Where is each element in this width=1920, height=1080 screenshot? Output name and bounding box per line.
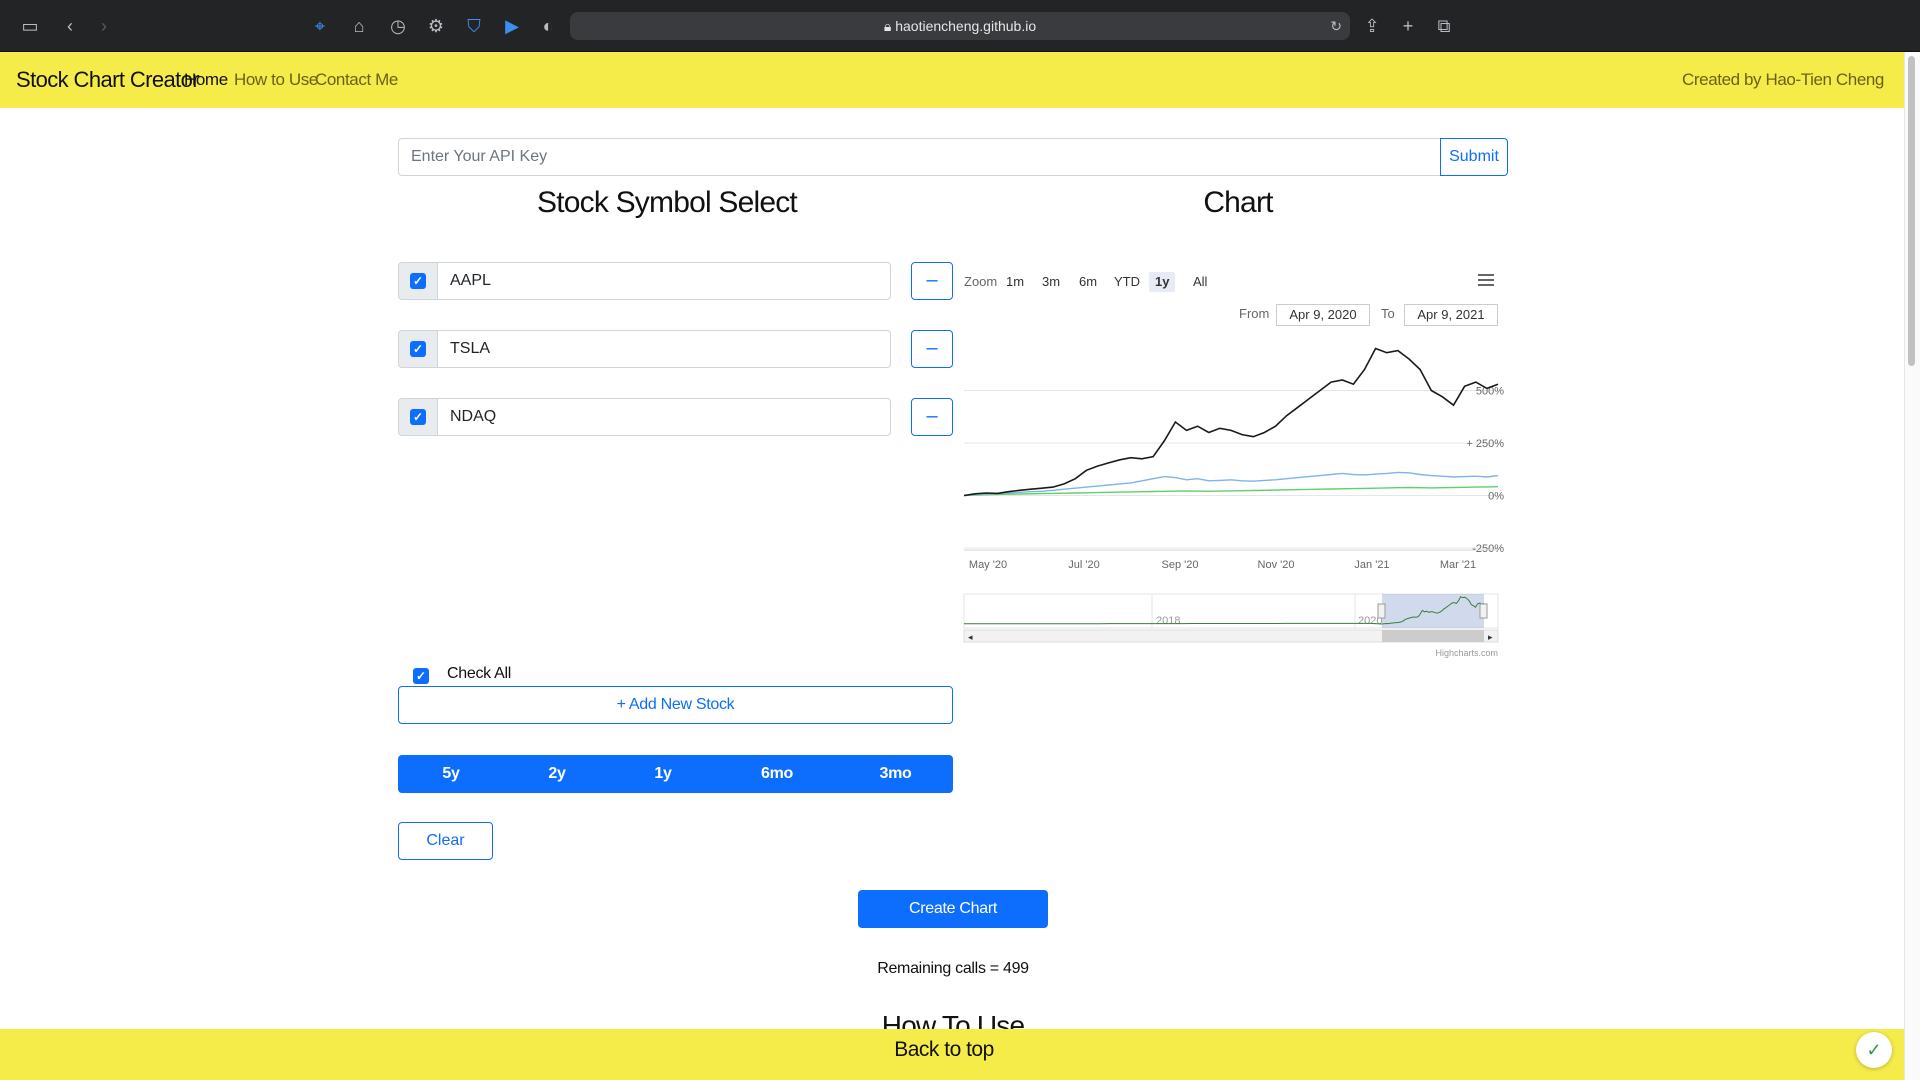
back-arrow-icon[interactable]: ‹	[58, 14, 82, 38]
address-bar[interactable]: 🔒︎ haotiencheng.github.io ↻	[570, 12, 1350, 40]
forward-arrow-icon[interactable]: ›	[92, 14, 116, 38]
creator-credit: Created by Hao-Tien Cheng	[1682, 70, 1884, 89]
x-tick-label: Nov '20	[1258, 559, 1295, 571]
scroll-left-arrow: ◂	[968, 632, 973, 642]
stock-checkbox[interactable]: ✓	[410, 409, 426, 425]
navigator-year-label: 2018	[1156, 615, 1180, 627]
scrollbar-thumb[interactable]	[1908, 56, 1915, 366]
x-tick-label: Jul '20	[1068, 559, 1099, 571]
navigator-handle-right	[1479, 603, 1488, 619]
stock-select-title: Stock Symbol Select	[537, 186, 798, 219]
stock-symbol-input[interactable]: AAPL	[437, 262, 891, 300]
highcharts-credits: Highcharts.com	[1435, 648, 1498, 658]
chart-plot[interactable]: 500%+ 250%0%-250%May '20 Jul '20 Sep '20 No…	[958, 258, 1508, 663]
clear-button[interactable]: Clear	[398, 822, 493, 860]
tabs-overview-icon[interactable]: ⧉	[1432, 14, 1456, 38]
api-key-input[interactable]	[398, 138, 1441, 176]
extension-icon[interactable]: ⌖	[308, 14, 332, 38]
y-tick-label: 0%	[1488, 491, 1504, 503]
period-6mo-button[interactable]: 6mo	[716, 755, 838, 793]
reload-icon[interactable]: ↻	[1330, 12, 1342, 40]
stock-row: ✓ AAPL	[398, 262, 891, 300]
remove-stock-button[interactable]: –	[911, 262, 953, 300]
stock-checkbox[interactable]: ✓	[410, 341, 426, 357]
share-icon[interactable]: ⇪	[1360, 14, 1384, 38]
footer-bar: Back to top	[0, 1029, 1904, 1080]
navbar: Stock Chart Creator Home How to Use Cont…	[0, 52, 1904, 108]
stock-row: ✓ NDAQ	[398, 398, 891, 436]
submit-button[interactable]: Submit	[1440, 138, 1508, 176]
stock-checkbox-wrap: ✓	[398, 262, 438, 300]
add-new-stock-button[interactable]: + Add New Stock	[398, 686, 953, 724]
series-line-2	[963, 471, 1499, 497]
period-3mo-button[interactable]: 3mo	[838, 755, 953, 793]
brand-link[interactable]: Stock Chart Creator	[16, 52, 200, 108]
period-5y-button[interactable]: 5y	[398, 755, 504, 793]
check-all-label[interactable]: Check All	[447, 665, 511, 683]
stock-checkbox-wrap: ✓	[398, 398, 438, 436]
security-shield-icon[interactable]: ✓	[1856, 1032, 1892, 1068]
stock-row: ✓ TSLA	[398, 330, 891, 368]
x-tick-label: Jan '21	[1354, 559, 1389, 571]
x-tick-label: Mar '21	[1440, 559, 1476, 571]
gear-icon[interactable]: ⚙	[424, 14, 448, 38]
scroll-right-arrow: ▸	[1488, 632, 1493, 642]
series-line-1	[963, 347, 1499, 497]
nav-contact[interactable]: Contact Me	[315, 52, 398, 108]
lock-icon: 🔒︎	[883, 18, 896, 34]
x-tick-label: Sep '20	[1162, 559, 1199, 571]
navigator-handle-left	[1377, 603, 1386, 619]
nav-home[interactable]: Home	[184, 52, 228, 108]
stock-checkbox[interactable]: ✓	[410, 273, 426, 289]
home-icon[interactable]: ⌂	[347, 14, 371, 38]
url-text: haotiencheng.github.io	[895, 18, 1037, 34]
y-tick-label: -250%	[1472, 543, 1504, 555]
sidebar-toggle-icon[interactable]: ▭	[18, 14, 42, 38]
nav-how-to-use[interactable]: How to Use	[234, 52, 318, 108]
remaining-calls: Remaining calls = 499	[877, 960, 1029, 977]
media-extension-icon[interactable]: ▶	[500, 14, 524, 38]
y-tick-label: + 250%	[1466, 438, 1504, 450]
browser-toolbar: ▭ ‹ › ⌖ ⌂ ◷ ⚙ ⛉ ▶ ◐ 🔒︎ haotiencheng.gith…	[0, 0, 1920, 52]
x-tick-label: May '20	[969, 559, 1007, 571]
chart-title: Chart	[1203, 186, 1273, 219]
stock-symbol-input[interactable]: NDAQ	[437, 398, 891, 436]
new-tab-icon[interactable]: +	[1396, 14, 1420, 38]
navigator-scrollbar-thumb	[1382, 630, 1484, 642]
remove-stock-button[interactable]: –	[911, 330, 953, 368]
shield-extension-icon[interactable]: ⛉	[462, 14, 486, 38]
stock-chart: Zoom 1m 3m 6m YTD 1y All From Apr 9, 202…	[958, 258, 1508, 663]
create-chart-button[interactable]: Create Chart	[858, 890, 1048, 928]
check-all-checkbox[interactable]: ✓	[413, 668, 429, 684]
privacy-icon[interactable]: ◐	[536, 14, 560, 38]
period-2y-button[interactable]: 2y	[504, 755, 610, 793]
history-icon[interactable]: ◷	[386, 14, 410, 38]
stock-symbol-input[interactable]: TSLA	[437, 330, 891, 368]
stock-checkbox-wrap: ✓	[398, 330, 438, 368]
period-button-group: 5y 2y 1y 6mo 3mo	[398, 755, 953, 793]
remove-stock-button[interactable]: –	[911, 398, 953, 436]
back-to-top-link[interactable]: Back to top	[0, 1029, 1888, 1071]
period-1y-button[interactable]: 1y	[610, 755, 716, 793]
